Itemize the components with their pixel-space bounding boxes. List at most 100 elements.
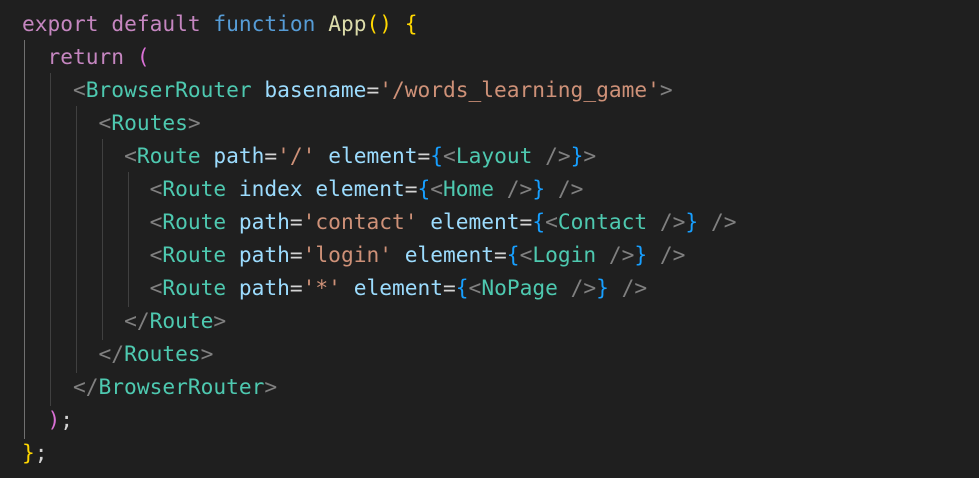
code-token-plain: = bbox=[289, 209, 303, 234]
code-token-tag-punct: < bbox=[519, 242, 533, 267]
code-token-plain: = bbox=[417, 143, 431, 168]
code-token-tag-punct: > bbox=[583, 143, 597, 168]
code-token-attribute: element bbox=[404, 242, 495, 267]
code-line[interactable]: <Route path='contact' element={<Contact … bbox=[22, 205, 737, 238]
code-token-bracket-purple: ) bbox=[47, 407, 61, 432]
code-token-component: Home bbox=[443, 176, 495, 201]
code-token-tag-punct: > bbox=[659, 77, 673, 102]
code-token-tag-punct: /> bbox=[647, 242, 686, 267]
code-token-attribute: path bbox=[213, 143, 265, 168]
code-token-component: Route bbox=[162, 176, 227, 201]
code-token-tag-punct: > bbox=[264, 374, 278, 399]
code-token-tag-punct: < bbox=[430, 176, 444, 201]
code-line[interactable]: <BrowserRouter basename='/words_learning… bbox=[22, 73, 673, 106]
code-line[interactable]: </BrowserRouter> bbox=[22, 370, 277, 403]
code-token-keyword: return bbox=[47, 44, 125, 69]
code-line[interactable]: <Route index element={<Home />} /> bbox=[22, 172, 584, 205]
code-token-plain: = bbox=[494, 242, 507, 267]
code-token-attribute: element bbox=[315, 176, 405, 201]
code-token-string: '/' bbox=[277, 143, 316, 168]
code-token-string: 'contact' bbox=[302, 209, 418, 234]
code-token-attribute: element bbox=[353, 275, 444, 300]
code-line[interactable]: }; bbox=[22, 436, 48, 469]
code-token-attribute: index bbox=[238, 176, 303, 201]
code-token-storage: function bbox=[213, 11, 316, 36]
code-token-plain: = bbox=[519, 209, 533, 234]
code-token-bracket-purple: ( bbox=[136, 44, 150, 69]
code-token-bracket-blue: } bbox=[596, 275, 609, 300]
code-token-component: BrowserRouter bbox=[98, 374, 265, 399]
code-line[interactable]: <Route path='/' element={<Layout />}> bbox=[22, 139, 596, 172]
code-token-bracket-blue: { bbox=[430, 143, 444, 168]
code-token-tag-punct: /> bbox=[557, 275, 597, 300]
code-token-tag-punct: /> bbox=[494, 176, 533, 201]
code-token-attribute: element bbox=[430, 209, 520, 234]
code-token-tag-punct: </ bbox=[98, 341, 125, 366]
code-token-plain: = bbox=[289, 275, 303, 300]
code-token-bracket-blue: { bbox=[532, 209, 546, 234]
code-token-tag-punct: /> bbox=[698, 209, 737, 234]
code-token-tag-punct: /> bbox=[647, 209, 686, 234]
code-token-attribute: path bbox=[238, 275, 290, 300]
code-token-tag-punct: < bbox=[98, 110, 112, 135]
code-token-bracket-gold: } bbox=[22, 440, 35, 465]
code-token-component: Layout bbox=[455, 143, 533, 168]
code-line[interactable]: </Route> bbox=[22, 304, 226, 337]
code-token-tag-punct: > bbox=[200, 341, 214, 366]
code-token-string: '/words_learning_game' bbox=[379, 77, 660, 102]
code-token-bracket-gold: () bbox=[366, 11, 392, 36]
code-token-component: Login bbox=[532, 242, 597, 267]
code-token-plain: = bbox=[366, 77, 380, 102]
code-token-tag-punct: < bbox=[149, 242, 163, 267]
code-token-tag-punct: < bbox=[124, 143, 137, 168]
code-token-keyword: export bbox=[22, 11, 99, 36]
code-token-bracket-gold: { bbox=[404, 11, 418, 36]
code-token-tag-punct: /> bbox=[545, 176, 584, 201]
code-token-bracket-blue: { bbox=[506, 242, 520, 267]
code-token-bracket-blue: { bbox=[417, 176, 431, 201]
code-token-component: Route bbox=[136, 143, 201, 168]
code-line[interactable]: return ( bbox=[22, 40, 150, 73]
code-line[interactable]: <Routes> bbox=[22, 106, 201, 139]
code-token-keyword: default bbox=[111, 11, 201, 36]
code-line[interactable]: <Route path='*' element={<NoPage />} /> bbox=[22, 271, 648, 304]
code-token-tag-punct: < bbox=[149, 275, 163, 300]
code-line[interactable]: export default function App() { bbox=[22, 7, 418, 40]
code-token-tag-punct: > bbox=[213, 308, 227, 333]
code-token-bracket-blue: { bbox=[455, 275, 469, 300]
code-token-component: Route bbox=[162, 209, 227, 234]
code-token-attribute: element bbox=[328, 143, 418, 168]
code-line[interactable]: <Route path='login' element={<Login />} … bbox=[22, 238, 686, 271]
code-token-tag-punct: < bbox=[73, 77, 86, 102]
code-token-tag-punct: < bbox=[443, 143, 456, 168]
code-line[interactable]: </Routes> bbox=[22, 337, 214, 370]
code-token-attribute: path bbox=[238, 242, 290, 267]
code-token-bracket-blue: } bbox=[634, 242, 648, 267]
code-line[interactable]: ); bbox=[22, 403, 74, 436]
code-editor[interactable]: export default function App() { return (… bbox=[0, 0, 979, 478]
code-token-bracket-blue: } bbox=[532, 176, 546, 201]
code-token-tag-punct: > bbox=[187, 110, 201, 135]
code-token-component: Contact bbox=[557, 209, 648, 234]
code-token-attribute: basename bbox=[264, 77, 367, 102]
code-token-tag-punct: < bbox=[545, 209, 558, 234]
code-token-tag-punct: < bbox=[149, 176, 163, 201]
